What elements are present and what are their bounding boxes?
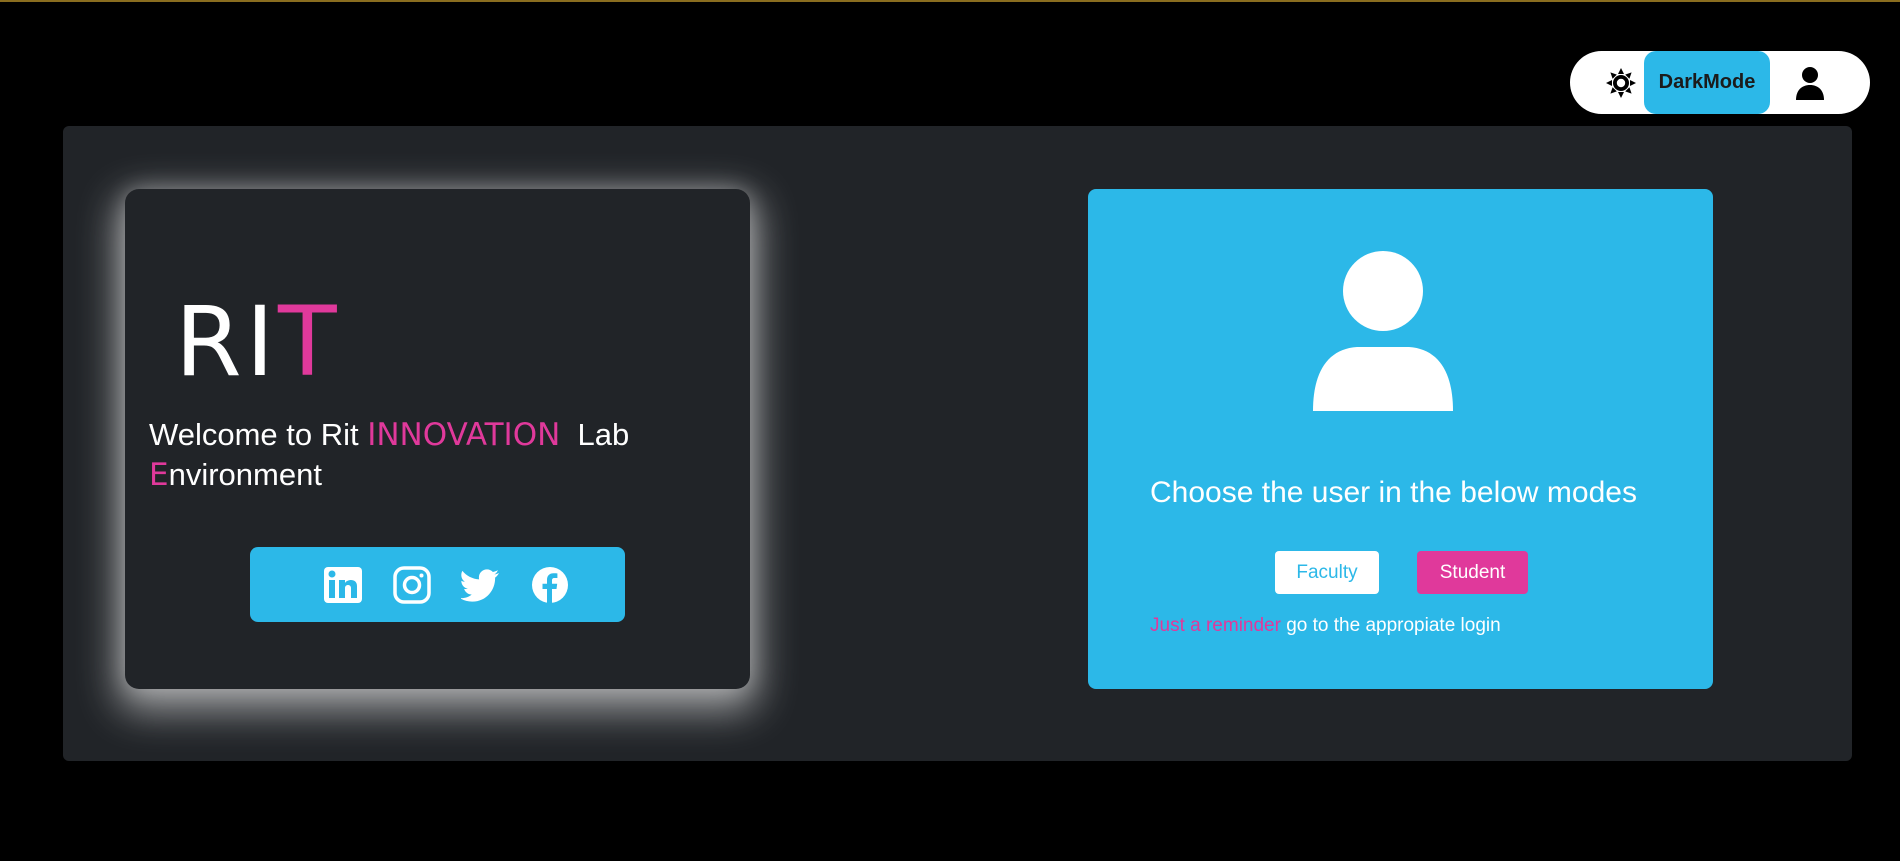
top-border-line: [0, 0, 1900, 2]
reminder-text: go to the appropiate login: [1280, 615, 1501, 636]
welcome-suffix: nvironment: [168, 457, 322, 492]
welcome-text: Welcome to Rit INNOVATION Lab Environment: [149, 415, 709, 495]
reminder-highlight: Just a reminder: [1150, 615, 1281, 636]
logo-text-t: T: [278, 286, 341, 398]
welcome-e-letter: E: [149, 457, 169, 493]
welcome-lab: Lab: [560, 417, 630, 452]
social-links-bar: [250, 547, 625, 622]
twitter-icon[interactable]: [461, 566, 501, 604]
rit-logo: RIT: [175, 294, 341, 390]
sun-icon[interactable]: [1606, 68, 1636, 98]
welcome-innovation: INNOVATION: [367, 417, 561, 453]
user-avatar-icon: [1313, 251, 1453, 411]
welcome-prefix: Welcome to Rit: [149, 417, 368, 452]
facebook-icon[interactable]: [530, 566, 570, 604]
instagram-icon[interactable]: [392, 566, 432, 604]
user-mode-card: Choose the user in the below modes Facul…: [1088, 189, 1713, 689]
login-reminder: Just a reminder go to the appropiate log…: [1150, 615, 1690, 637]
welcome-card: RIT Welcome to Rit INNOVATION Lab Environ…: [125, 189, 750, 689]
choose-user-heading: Choose the user in the below modes: [1150, 476, 1637, 509]
user-icon[interactable]: [1794, 66, 1826, 100]
logo-text-ri: RI: [175, 286, 279, 398]
darkmode-button[interactable]: DarkMode: [1644, 51, 1770, 114]
faculty-button[interactable]: Faculty: [1275, 551, 1379, 594]
student-button[interactable]: Student: [1417, 551, 1528, 594]
mode-switch: DarkMode: [1570, 51, 1870, 114]
linkedin-icon[interactable]: [323, 566, 363, 604]
